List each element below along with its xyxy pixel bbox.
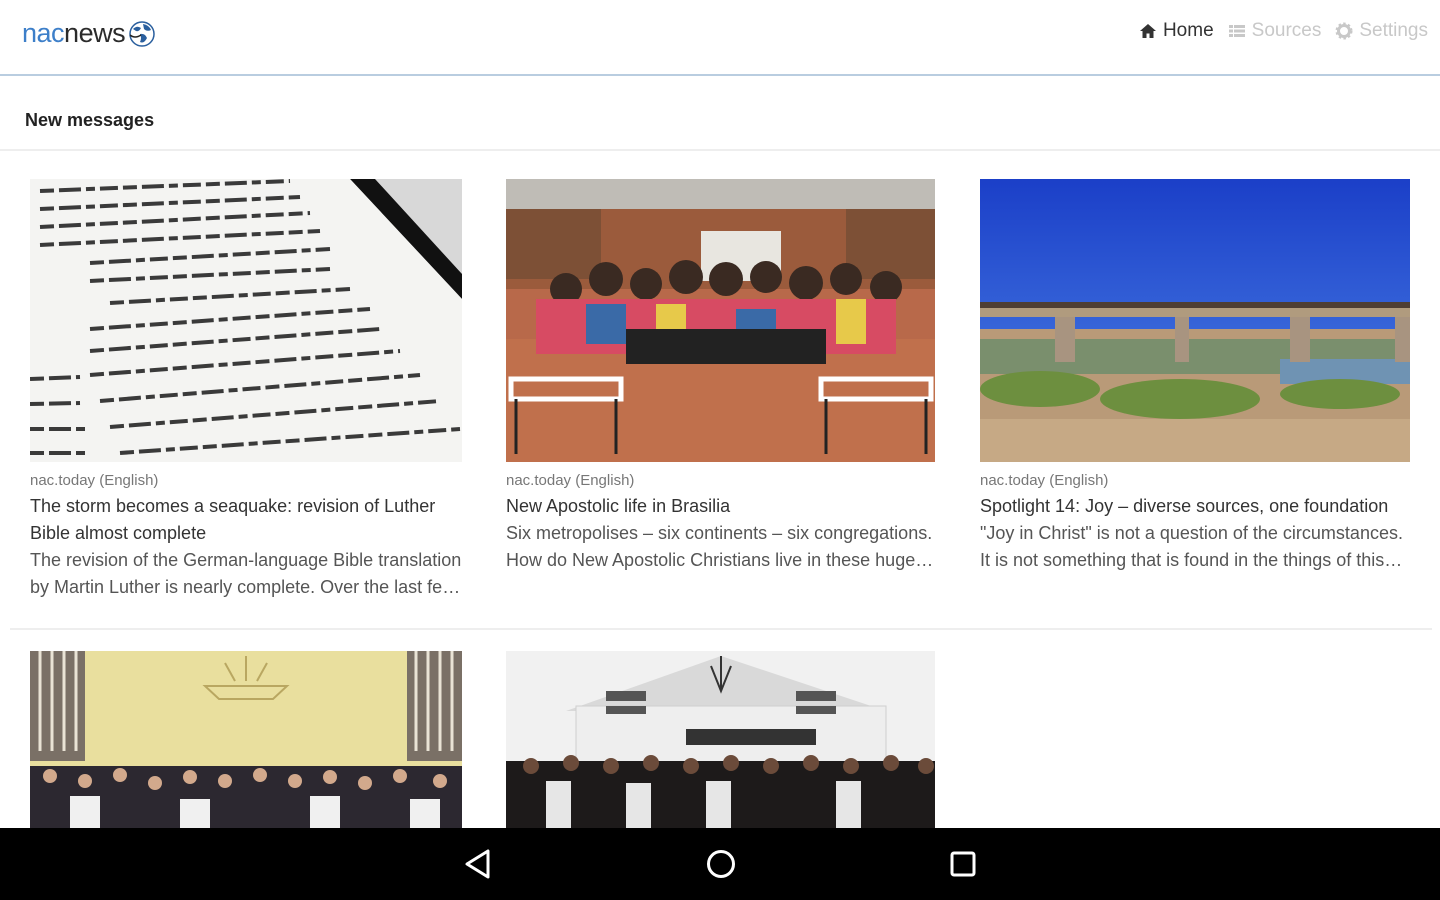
home-circle-icon[interactable] xyxy=(705,848,737,880)
nav-sources[interactable]: Sources xyxy=(1228,20,1322,42)
globe-icon xyxy=(129,20,155,47)
row-divider xyxy=(10,628,1432,630)
app-header: nacnews Home Sources Settings xyxy=(0,0,1440,76)
card-image xyxy=(506,651,935,828)
recents-square-icon[interactable] xyxy=(949,848,977,880)
news-card[interactable]: nac.today (English) Spotlight 14: Joy – … xyxy=(980,179,1410,574)
home-icon xyxy=(1139,24,1156,38)
logo-text: nacnews xyxy=(22,18,126,48)
nav-settings[interactable]: Settings xyxy=(1335,20,1428,42)
card-source: nac.today (English) xyxy=(506,472,635,489)
card-title: New Apostolic life in Brasilia xyxy=(506,496,731,516)
section-divider xyxy=(0,149,1440,151)
news-card[interactable]: nac.today (English) The storm becomes a … xyxy=(30,179,462,601)
card-image xyxy=(506,179,935,462)
top-nav: Home Sources Settings xyxy=(1139,20,1428,42)
nav-settings-label: Settings xyxy=(1359,20,1428,41)
nav-sources-label: Sources xyxy=(1251,20,1322,41)
news-card[interactable]: nac.today (English) New Apostolic life i… xyxy=(506,179,935,574)
card-description: Six metropolises – six continents – six … xyxy=(506,523,933,570)
news-card[interactable] xyxy=(506,651,935,828)
card-source: nac.today (English) xyxy=(980,472,1109,489)
card-image xyxy=(980,179,1410,462)
card-title: Spotlight 14: Joy – diverse sources, one… xyxy=(980,496,1389,516)
card-image xyxy=(30,179,462,462)
nav-home[interactable]: Home xyxy=(1139,20,1214,42)
news-card[interactable] xyxy=(30,651,462,828)
system-nav-bar xyxy=(0,828,1440,900)
card-description: "Joy in Christ" is not a question of the… xyxy=(980,523,1403,570)
card-image xyxy=(30,651,462,828)
list-icon xyxy=(1228,25,1245,37)
section-title: New messages xyxy=(25,110,155,130)
card-source: nac.today (English) xyxy=(30,472,159,489)
back-triangle-icon[interactable] xyxy=(464,848,492,880)
nav-home-label: Home xyxy=(1162,20,1214,41)
app-logo[interactable]: nacnews xyxy=(22,18,157,49)
card-title: The storm becomes a seaquake: revision o… xyxy=(30,496,436,543)
gear-icon xyxy=(1335,22,1353,40)
card-description: The revision of the German-language Bibl… xyxy=(30,550,462,597)
